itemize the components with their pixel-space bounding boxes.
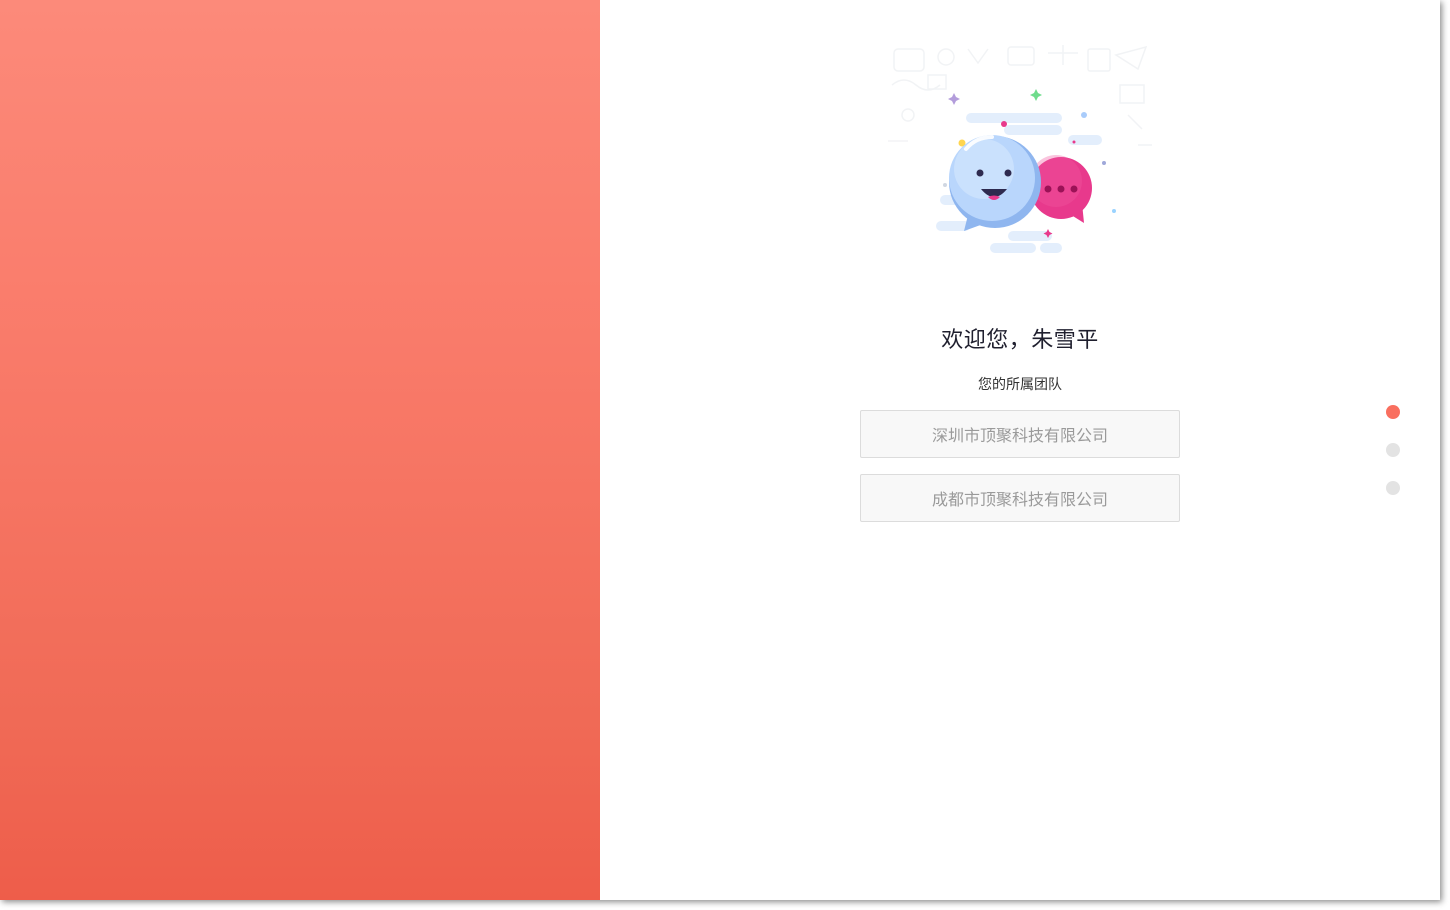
team-option-chengdu[interactable]: 成都市顶聚科技有限公司 <box>860 474 1180 522</box>
chat-bubbles-illustration <box>888 45 1152 265</box>
team-option-shenzhen[interactable]: 深圳市顶聚科技有限公司 <box>860 410 1180 458</box>
welcome-greeting: 欢迎您，朱雪平 <box>941 328 1099 353</box>
app-window: 欢迎您，朱雪平 您的所属团队 深圳市顶聚科技有限公司 成都市顶聚科技有限公司 <box>0 0 1440 900</box>
slide-pager <box>1386 405 1400 519</box>
pager-dot-3[interactable] <box>1386 481 1400 495</box>
pager-dot-2[interactable] <box>1386 443 1400 457</box>
team-select-panel: 欢迎您，朱雪平 您的所属团队 深圳市顶聚科技有限公司 成都市顶聚科技有限公司 <box>600 0 1440 900</box>
team-section-label: 您的所属团队 <box>978 377 1062 393</box>
gradient-side-panel <box>0 0 600 900</box>
pager-dot-1[interactable] <box>1386 405 1400 419</box>
